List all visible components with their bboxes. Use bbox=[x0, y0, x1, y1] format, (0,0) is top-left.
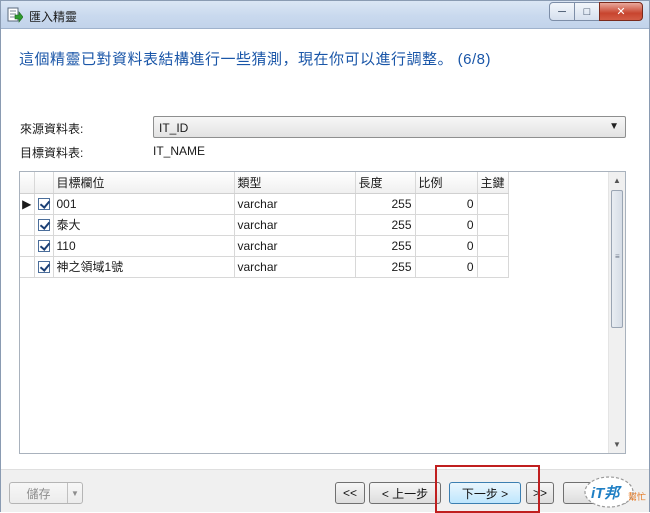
watermark-text: iT邦 bbox=[591, 485, 622, 502]
column-header-check[interactable] bbox=[34, 172, 54, 194]
type-cell[interactable]: varchar bbox=[234, 214, 356, 236]
previous-step-button[interactable]: < 上一步 bbox=[369, 482, 441, 504]
chevron-down-icon[interactable]: ▼ bbox=[67, 483, 82, 503]
table-row[interactable]: 110 varchar 255 0 bbox=[20, 235, 509, 257]
field-name-cell[interactable]: 泰大 bbox=[53, 214, 235, 236]
row-checkbox[interactable] bbox=[34, 235, 54, 257]
target-table-value: IT_NAME bbox=[153, 144, 206, 158]
field-name-cell[interactable]: 神之領域1號 bbox=[53, 256, 235, 278]
primary-key-cell[interactable] bbox=[477, 256, 509, 278]
length-cell[interactable]: 255 bbox=[355, 256, 416, 278]
chevron-down-icon: ▼ bbox=[609, 121, 619, 132]
minimize-button[interactable]: ─ bbox=[549, 2, 575, 21]
save-button-label: 儲存 bbox=[26, 486, 51, 501]
table-row[interactable]: 神之領域1號 varchar 255 0 bbox=[20, 256, 509, 278]
close-icon: ✕ bbox=[616, 6, 626, 18]
type-cell[interactable]: varchar bbox=[234, 235, 356, 257]
close-button[interactable]: ✕ bbox=[599, 2, 643, 21]
import-wizard-window: 匯入精靈 ─ □ ✕ 這個精靈已對資料表結構進行一些猜測，現在你可以進行調整。 … bbox=[0, 0, 650, 513]
window-title: 匯入精靈 bbox=[29, 10, 78, 24]
next-button-highlight bbox=[435, 465, 540, 513]
row-header bbox=[20, 256, 35, 278]
current-row-indicator-icon: ▶ bbox=[20, 193, 35, 215]
maximize-button[interactable]: □ bbox=[574, 2, 600, 21]
row-checkbox[interactable] bbox=[34, 214, 54, 236]
scroll-down-icon[interactable]: ▼ bbox=[609, 436, 625, 453]
wizard-footer: 儲存 ▼ << < 上一步 下一步 > >> bbox=[1, 469, 649, 512]
maximize-icon: □ bbox=[583, 5, 591, 18]
table-row[interactable]: ▶ 001 varchar 255 0 bbox=[20, 193, 509, 215]
watermark-sub-text: 幫忙 bbox=[628, 491, 646, 503]
length-cell[interactable]: 255 bbox=[355, 214, 416, 236]
target-table-label: 目標資料表: bbox=[20, 146, 84, 160]
field-mapping-grid: 目標欄位 類型 長度 比例 主鍵 ▶ 001 varchar 255 0 泰大 … bbox=[19, 171, 626, 454]
source-table-value: IT_ID bbox=[159, 121, 189, 135]
row-checkbox[interactable] bbox=[34, 193, 54, 215]
source-table-select[interactable]: IT_ID ▼ bbox=[153, 116, 626, 138]
title-bar[interactable]: 匯入精靈 ─ □ ✕ bbox=[1, 1, 649, 29]
row-header bbox=[20, 235, 35, 257]
scale-cell[interactable]: 0 bbox=[415, 256, 478, 278]
wizard-step-heading: 這個精靈已對資料表結構進行一些猜測，現在你可以進行調整。 (6/8) bbox=[19, 51, 492, 68]
column-header-length[interactable]: 長度 bbox=[355, 172, 416, 194]
row-checkbox[interactable] bbox=[34, 256, 54, 278]
save-button[interactable]: 儲存 ▼ bbox=[9, 482, 83, 504]
primary-key-cell[interactable] bbox=[477, 193, 509, 215]
column-header-scale[interactable]: 比例 bbox=[415, 172, 478, 194]
column-header-field[interactable]: 目標欄位 bbox=[53, 172, 235, 194]
grip-icon: ≡ bbox=[615, 252, 620, 261]
type-cell[interactable]: varchar bbox=[234, 193, 356, 215]
length-cell[interactable]: 255 bbox=[355, 193, 416, 215]
scrollbar-thumb[interactable]: ≡ bbox=[611, 190, 623, 328]
vertical-scrollbar[interactable]: ▲ ≡ ▼ bbox=[608, 172, 625, 453]
row-header-corner bbox=[20, 172, 35, 194]
scale-cell[interactable]: 0 bbox=[415, 235, 478, 257]
ithome-watermark-logo: iT邦 幫忙 bbox=[584, 476, 646, 508]
primary-key-cell[interactable] bbox=[477, 235, 509, 257]
field-name-cell[interactable]: 110 bbox=[53, 235, 235, 257]
scale-cell[interactable]: 0 bbox=[415, 193, 478, 215]
import-wizard-icon bbox=[7, 7, 23, 23]
column-header-type[interactable]: 類型 bbox=[234, 172, 356, 194]
field-name-cell[interactable]: 001 bbox=[53, 193, 235, 215]
first-step-button[interactable]: << bbox=[335, 482, 365, 504]
length-cell[interactable]: 255 bbox=[355, 235, 416, 257]
type-cell[interactable]: varchar bbox=[234, 256, 356, 278]
grid-header-row: 目標欄位 類型 長度 比例 主鍵 bbox=[20, 172, 509, 194]
scale-cell[interactable]: 0 bbox=[415, 214, 478, 236]
table-row[interactable]: 泰大 varchar 255 0 bbox=[20, 214, 509, 236]
minimize-icon: ─ bbox=[558, 5, 566, 18]
row-header bbox=[20, 214, 35, 236]
source-table-label: 來源資料表: bbox=[20, 122, 84, 136]
scroll-up-icon[interactable]: ▲ bbox=[609, 172, 625, 189]
column-header-primary-key[interactable]: 主鍵 bbox=[477, 172, 509, 194]
primary-key-cell[interactable] bbox=[477, 214, 509, 236]
